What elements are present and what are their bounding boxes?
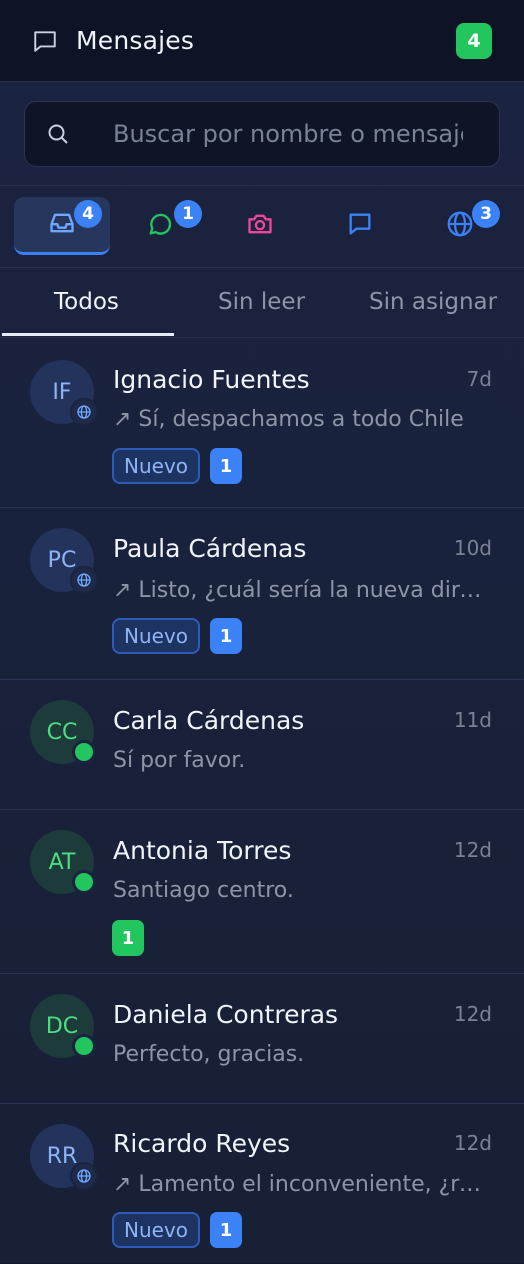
channel-whatsapp[interactable]: 1 bbox=[112, 197, 208, 255]
search-box[interactable] bbox=[24, 100, 500, 167]
online-status-dot bbox=[72, 870, 96, 894]
chat-bubble-icon bbox=[32, 28, 58, 54]
channel-messenger[interactable] bbox=[312, 197, 408, 255]
avatar: AT bbox=[30, 830, 96, 894]
avatar-initials: DC bbox=[45, 1013, 79, 1039]
tab-sin-asignar[interactable]: Sin asignar bbox=[369, 268, 497, 336]
channel-filter-bar: 4 1 3 bbox=[0, 186, 524, 268]
avatar: CC bbox=[30, 700, 96, 764]
web-count-badge: 3 bbox=[472, 200, 500, 228]
contact-name: Antonia Torres bbox=[113, 836, 292, 865]
status-badge: Nuevo bbox=[112, 618, 201, 654]
globe-icon bbox=[70, 1162, 98, 1190]
contact-name: Ignacio Fuentes bbox=[113, 365, 310, 394]
unread-count-badge: 1 bbox=[210, 1212, 242, 1248]
globe-icon bbox=[445, 209, 475, 243]
avatar-initials: AT bbox=[48, 849, 76, 875]
online-status-dot bbox=[72, 740, 96, 764]
timestamp: 12d bbox=[453, 838, 492, 862]
status-badge: Nuevo bbox=[112, 1212, 201, 1248]
timestamp: 11d bbox=[453, 708, 492, 732]
search-input[interactable] bbox=[111, 118, 465, 149]
list-item[interactable]: CC Carla Cárdenas 11d Sí por favor. bbox=[0, 680, 524, 810]
list-item[interactable]: AT Antonia Torres 12d Santiago centro. 1 bbox=[0, 810, 524, 974]
messages-panel: Mensajes 4 4 1 bbox=[0, 0, 524, 1263]
timestamp: 7d bbox=[466, 367, 492, 391]
avatar-initials: PC bbox=[47, 547, 77, 573]
message-square-icon bbox=[346, 210, 374, 242]
contact-name: Paula Cárdenas bbox=[113, 534, 307, 563]
avatar: PC bbox=[30, 528, 98, 594]
avatar: RR bbox=[30, 1124, 98, 1190]
avatar-initials: RR bbox=[46, 1143, 78, 1169]
timestamp: 12d bbox=[453, 1002, 492, 1026]
inbox-count-badge: 4 bbox=[74, 200, 102, 228]
avatar-initials: CC bbox=[46, 719, 78, 745]
channel-instagram[interactable] bbox=[212, 197, 308, 255]
tab-sin-leer[interactable]: Sin leer bbox=[218, 268, 305, 336]
message-preview: ↗ Lamento el inconveniente, ¿revisamos? bbox=[113, 1172, 493, 1197]
channel-inbox[interactable]: 4 bbox=[14, 197, 110, 255]
total-count-badge: 4 bbox=[456, 22, 492, 59]
list-item[interactable]: PC Paula Cárdenas 10d ↗ Listo, ¿cuál ser… bbox=[0, 508, 524, 680]
timestamp: 10d bbox=[453, 536, 492, 560]
timestamp: 12d bbox=[453, 1131, 492, 1155]
whatsapp-count-badge: 1 bbox=[174, 200, 202, 228]
tab-todos[interactable]: Todos bbox=[54, 268, 119, 336]
message-preview: Perfecto, gracias. bbox=[113, 1042, 305, 1067]
message-preview: Santiago centro. bbox=[113, 878, 294, 903]
unread-count-badge: 1 bbox=[210, 448, 242, 484]
list-item[interactable]: DC Daniela Contreras 12d Perfecto, graci… bbox=[0, 974, 524, 1104]
filter-tabs: Todos Sin leer Sin asignar bbox=[0, 268, 524, 338]
camera-icon bbox=[246, 210, 274, 242]
list-item[interactable]: IF Ignacio Fuentes 7d ↗ Sí, despachamos … bbox=[0, 338, 524, 508]
globe-icon bbox=[70, 566, 98, 594]
search-section bbox=[0, 82, 524, 186]
contact-name: Carla Cárdenas bbox=[113, 706, 305, 735]
page-title: Mensajes bbox=[76, 26, 195, 55]
list-item[interactable]: RR Ricardo Reyes 12d ↗ Lamento el inconv… bbox=[0, 1104, 524, 1264]
unread-count-badge: 1 bbox=[210, 618, 242, 654]
active-tab-indicator bbox=[2, 333, 174, 336]
avatar-initials: IF bbox=[52, 379, 72, 405]
contact-name: Daniela Contreras bbox=[113, 1000, 339, 1029]
unread-count-badge: 1 bbox=[112, 920, 144, 956]
online-status-dot bbox=[72, 1034, 96, 1058]
avatar: DC bbox=[30, 994, 96, 1058]
message-preview: ↗ Listo, ¿cuál sería la nueva dirección? bbox=[113, 578, 493, 603]
message-preview: ↗ Sí, despachamos a todo Chile bbox=[113, 407, 464, 432]
message-preview: Sí por favor. bbox=[113, 748, 246, 773]
status-badge: Nuevo bbox=[112, 448, 201, 484]
inbox-icon bbox=[48, 209, 76, 241]
contact-name: Ricardo Reyes bbox=[113, 1129, 291, 1158]
avatar: IF bbox=[30, 360, 98, 426]
search-icon bbox=[45, 121, 71, 147]
globe-icon bbox=[70, 398, 98, 426]
whatsapp-icon bbox=[146, 210, 174, 242]
channel-web[interactable]: 3 bbox=[412, 197, 508, 255]
messages-header: Mensajes 4 bbox=[0, 0, 524, 82]
